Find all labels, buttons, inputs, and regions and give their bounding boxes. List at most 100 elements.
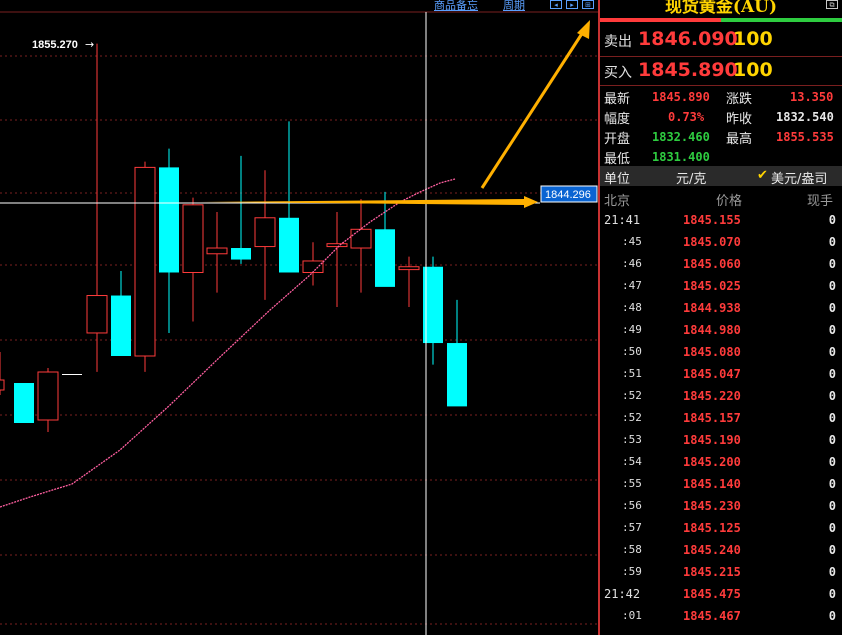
low-label: 最低 — [604, 152, 631, 167]
tick-row[interactable]: :47 1845.025 0 — [600, 275, 842, 297]
tick-row[interactable]: :53 1845.190 0 — [600, 429, 842, 451]
tick-time: :45 — [622, 235, 642, 248]
cursor-price-tag: 1844.296 — [540, 185, 598, 203]
change-label: 涨跌 — [726, 92, 753, 107]
tick-time: :53 — [622, 433, 642, 446]
sell-pressure-bar — [600, 18, 721, 22]
low-value: 1831.400 — [652, 150, 710, 164]
cursor-price-label: 1844.296 — [545, 189, 591, 201]
candle-body — [326, 243, 348, 248]
tick-price: 1845.200 — [683, 455, 741, 469]
tick-row[interactable]: :58 1845.240 0 — [600, 539, 842, 561]
candle-body — [86, 295, 108, 334]
tick-row[interactable]: :49 1844.980 0 — [600, 319, 842, 341]
currency-option[interactable]: 美元/盎司 — [771, 168, 827, 187]
tick-row[interactable]: :59 1845.215 0 — [600, 561, 842, 583]
tick-row[interactable]: :50 1845.080 0 — [600, 341, 842, 363]
candle-body — [254, 217, 276, 248]
buy-qty: 100 — [733, 59, 773, 81]
col-price-header: 价格 — [716, 194, 743, 209]
tick-volume: 0 — [828, 345, 836, 359]
tick-price: 1845.475 — [683, 587, 741, 601]
right-arrow-annotation — [200, 196, 538, 208]
tick-price: 1845.060 — [683, 257, 741, 271]
candlestick-chart[interactable]: 1855.270 → 1844.296 — [0, 0, 598, 635]
tick-row[interactable]: :57 1845.125 0 — [600, 517, 842, 539]
tick-volume: 0 — [828, 213, 836, 227]
tick-volume: 0 — [828, 411, 836, 425]
window-toggle-icon[interactable]: ⧉ — [826, 0, 838, 9]
tick-time: :50 — [622, 345, 642, 358]
tick-price: 1845.025 — [683, 279, 741, 293]
change-value: 13.350 — [790, 90, 834, 104]
tick-time: :58 — [622, 543, 642, 556]
candle-body — [182, 204, 204, 273]
tick-price: 1844.938 — [683, 301, 741, 315]
tick-row[interactable]: :52 1845.220 0 — [600, 385, 842, 407]
tick-row[interactable]: :01 1845.467 0 — [600, 605, 842, 627]
candle-body — [111, 295, 131, 356]
sell-price[interactable]: 1846.090 — [638, 28, 738, 50]
tick-volume: 0 — [828, 587, 836, 601]
tick-row[interactable]: :55 1845.140 0 — [600, 473, 842, 495]
tick-price: 1844.980 — [683, 323, 741, 337]
tick-volume: 0 — [828, 257, 836, 271]
candle-body — [302, 260, 324, 273]
unit-value[interactable]: 元/克 — [676, 168, 706, 187]
grid-toggle-button[interactable]: ⊞ — [582, 0, 594, 9]
tick-row[interactable]: :52 1845.157 0 — [600, 407, 842, 429]
high-marker-label: 1855.270 — [32, 39, 78, 51]
checkmark-icon[interactable]: ✔ — [757, 168, 768, 183]
candle-body — [0, 379, 5, 391]
tick-price: 1845.190 — [683, 433, 741, 447]
tick-volume: 0 — [828, 543, 836, 557]
tick-row[interactable]: :56 1845.230 0 — [600, 495, 842, 517]
candle-body — [447, 343, 467, 407]
tick-price: 1845.467 — [683, 609, 741, 623]
tick-volume: 0 — [828, 433, 836, 447]
high-marker: 1855.270 → — [32, 38, 94, 51]
candle-body — [62, 374, 82, 375]
tick-row[interactable]: 21:42 1845.475 0 — [600, 583, 842, 605]
tick-time: 21:42 — [604, 587, 641, 601]
tick-price: 1845.070 — [683, 235, 741, 249]
tick-price: 1845.240 — [683, 543, 741, 557]
lower-candles — [0, 352, 82, 432]
tick-row[interactable]: :46 1845.060 0 — [600, 253, 842, 275]
tick-price: 1845.157 — [683, 411, 741, 425]
tick-volume: 0 — [828, 477, 836, 491]
tick-volume: 0 — [828, 609, 836, 623]
quote-panel: 现货黄金(AU) ⧉ 卖出 1846.090 100 买入 1845.890 1… — [600, 0, 842, 635]
period-link[interactable]: 周期 — [503, 0, 525, 13]
candle-body — [375, 229, 395, 287]
buy-pressure-bar — [721, 18, 842, 22]
product-info-link[interactable]: 商品备忘 — [434, 0, 478, 13]
open-value: 1832.460 — [652, 130, 710, 144]
high-label: 最高 — [726, 132, 753, 147]
candles — [86, 43, 467, 407]
tick-price: 1845.155 — [683, 213, 741, 227]
tick-volume: 0 — [828, 367, 836, 381]
tick-row[interactable]: :45 1845.070 0 — [600, 231, 842, 253]
buy-price[interactable]: 1845.890 — [638, 59, 738, 81]
tick-volume: 0 — [828, 301, 836, 315]
tick-row[interactable]: 21:41 1845.155 0 — [600, 209, 842, 231]
tick-price: 1845.047 — [683, 367, 741, 381]
range-label: 幅度 — [604, 112, 631, 127]
tick-row[interactable]: :48 1844.938 0 — [600, 297, 842, 319]
tick-row[interactable]: :51 1845.047 0 — [600, 363, 842, 385]
candle-body — [134, 166, 156, 357]
tick-volume: 0 — [828, 323, 836, 337]
tick-time: :46 — [622, 257, 642, 270]
tick-volume: 0 — [828, 499, 836, 513]
tick-time: :57 — [622, 521, 642, 534]
buy-label: 买入 — [604, 65, 632, 81]
scroll-right-button[interactable]: ▸ — [566, 0, 578, 9]
tick-time: :55 — [622, 477, 642, 490]
tick-row[interactable]: :54 1845.200 0 — [600, 451, 842, 473]
tick-time: :59 — [622, 565, 642, 578]
tick-time: :56 — [622, 499, 642, 512]
candle-body — [398, 266, 420, 271]
scroll-left-button[interactable]: ◂ — [550, 0, 562, 9]
candle-body — [14, 383, 34, 423]
